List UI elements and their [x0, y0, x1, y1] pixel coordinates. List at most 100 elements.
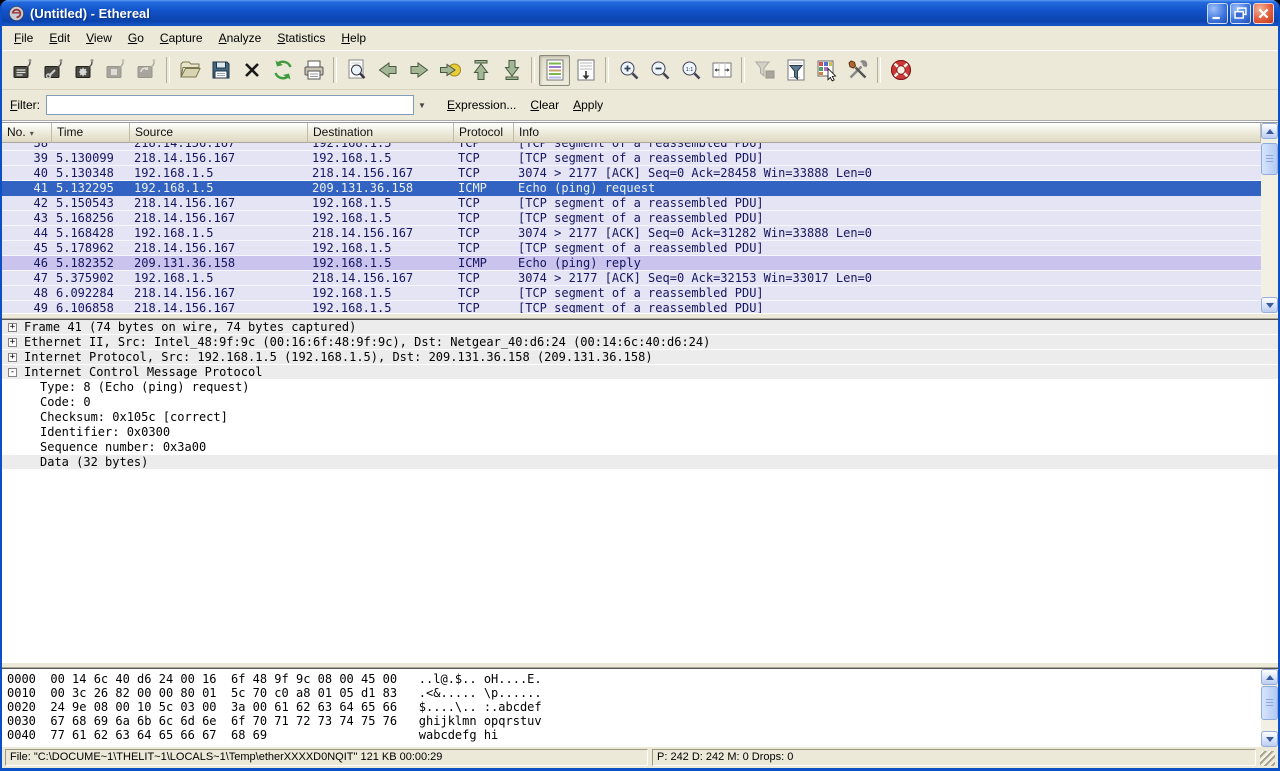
detail-row[interactable]: Type: 8 (Echo (ping) request): [2, 380, 1278, 395]
detail-row[interactable]: Data (32 bytes): [2, 455, 1278, 470]
menu-item-edit[interactable]: Edit: [41, 28, 78, 48]
column-header-protocol[interactable]: Protocol: [454, 123, 514, 143]
hex-row-0020[interactable]: 0020 24 9e 08 00 10 5c 03 00 3a 00 61 62…: [7, 700, 1261, 714]
scroll-up-button[interactable]: [1261, 669, 1278, 685]
open-file-button[interactable]: [174, 55, 205, 86]
column-header-time[interactable]: Time: [52, 123, 130, 143]
find-packet-icon: [345, 58, 369, 82]
menu-item-capture[interactable]: Capture: [152, 28, 211, 48]
packet-row-48[interactable]: 486.092284218.14.156.167192.168.1.5TCP[T…: [2, 286, 1261, 301]
scroll-down-button[interactable]: [1261, 297, 1278, 313]
packet-cell: 39: [2, 151, 52, 165]
colorize-button[interactable]: [539, 55, 570, 86]
filter-input[interactable]: [46, 95, 414, 115]
print-button[interactable]: [298, 55, 329, 86]
detail-row[interactable]: -Internet Control Message Protocol: [2, 365, 1278, 380]
find-packet-button[interactable]: [341, 55, 372, 86]
preferences-button[interactable]: [842, 55, 873, 86]
go-forward-button[interactable]: [403, 55, 434, 86]
hex-row-0030[interactable]: 0030 67 68 69 6a 6b 6c 6d 6e 6f 70 71 72…: [7, 714, 1261, 728]
column-header-destination[interactable]: Destination: [308, 123, 454, 143]
packet-cell: 192.168.1.5: [308, 196, 454, 210]
close-file-button[interactable]: [236, 55, 267, 86]
minimize-button[interactable]: [1207, 3, 1228, 24]
clear-button[interactable]: Clear: [523, 95, 566, 115]
detail-row[interactable]: +Ethernet II, Src: Intel_48:9f:9c (00:16…: [2, 335, 1278, 350]
hex-row-0000[interactable]: 0000 00 14 6c 40 d6 24 00 16 6f 48 9f 9c…: [7, 672, 1261, 686]
scroll-down-button[interactable]: [1261, 731, 1278, 747]
packet-cell: [TCP segment of a reassembled PDU]: [514, 286, 1261, 300]
expand-icon[interactable]: +: [8, 323, 17, 332]
column-header-info[interactable]: Info: [514, 123, 1261, 143]
hex-pane-scrollbar[interactable]: [1261, 669, 1278, 747]
detail-row[interactable]: +Frame 41 (74 bytes on wire, 74 bytes ca…: [2, 320, 1278, 335]
detail-row[interactable]: Checksum: 0x105c [correct]: [2, 410, 1278, 425]
display-filter-button[interactable]: [780, 55, 811, 86]
auto-scroll-icon: [574, 58, 598, 82]
help-button[interactable]: [885, 55, 916, 86]
coloring-rules-button[interactable]: [811, 55, 842, 86]
capture-options-button[interactable]: [38, 55, 69, 86]
zoom-in-button[interactable]: [613, 55, 644, 86]
filter-dropdown-button[interactable]: ▼: [414, 95, 430, 115]
packet-cell: 218.14.156.167: [308, 226, 454, 240]
packet-row-45[interactable]: 455.178962218.14.156.167192.168.1.5TCP[T…: [2, 241, 1261, 256]
menu-item-view[interactable]: View: [78, 28, 120, 48]
capture-filter-icon: [753, 58, 777, 82]
go-to-top-button[interactable]: [465, 55, 496, 86]
detail-row[interactable]: Code: 0: [2, 395, 1278, 410]
resize-columns-icon: [710, 58, 734, 82]
detail-text: Code: 0: [40, 395, 91, 410]
menu-item-help[interactable]: Help: [333, 28, 374, 48]
scrollbar-thumb[interactable]: [1261, 143, 1278, 175]
packet-row-42[interactable]: 425.150543218.14.156.167192.168.1.5TCP[T…: [2, 196, 1261, 211]
up-arrow-icon: [1266, 129, 1274, 134]
expand-icon[interactable]: +: [8, 353, 17, 362]
packet-row-38[interactable]: 38218.14.156.167192.168.1.5TCP[TCP segme…: [2, 143, 1261, 151]
packet-row-44[interactable]: 445.168428192.168.1.5218.14.156.167TCP30…: [2, 226, 1261, 241]
packet-row-47[interactable]: 475.375902192.168.1.5218.14.156.167TCP30…: [2, 271, 1261, 286]
toolbar-separator: [741, 57, 745, 83]
column-header-source[interactable]: Source: [130, 123, 308, 143]
packet-row-49[interactable]: 496.106858218.14.156.167192.168.1.5TCP[T…: [2, 301, 1261, 313]
resize-columns-button[interactable]: [706, 55, 737, 86]
packet-list-scrollbar[interactable]: [1261, 123, 1278, 313]
restore-button[interactable]: [1230, 3, 1251, 24]
expression-button[interactable]: Expression...: [440, 95, 523, 115]
menu-item-statistics[interactable]: Statistics: [269, 28, 333, 48]
packet-row-40[interactable]: 405.130348192.168.1.5218.14.156.167TCP30…: [2, 166, 1261, 181]
scroll-up-button[interactable]: [1261, 123, 1278, 139]
menu-item-file[interactable]: File: [6, 28, 41, 48]
menu-item-analyze[interactable]: Analyze: [211, 28, 270, 48]
detail-row[interactable]: +Internet Protocol, Src: 192.168.1.5 (19…: [2, 350, 1278, 365]
detail-text: Identifier: 0x0300: [40, 425, 170, 440]
expand-icon[interactable]: +: [8, 338, 17, 347]
packet-cell: 5.182352: [52, 256, 130, 270]
zoom-out-button[interactable]: [644, 55, 675, 86]
reload-button[interactable]: [267, 55, 298, 86]
detail-row[interactable]: Sequence number: 0x3a00: [2, 440, 1278, 455]
menu-item-go[interactable]: Go: [120, 28, 152, 48]
capture-interfaces-button[interactable]: [7, 55, 38, 86]
save-file-button[interactable]: [205, 55, 236, 86]
collapse-icon[interactable]: -: [8, 368, 17, 377]
go-to-packet-button[interactable]: [434, 55, 465, 86]
auto-scroll-button[interactable]: [570, 55, 601, 86]
zoom-100-button[interactable]: 1:1: [675, 55, 706, 86]
hex-row-0010[interactable]: 0010 00 3c 26 82 00 00 80 01 5c 70 c0 a8…: [7, 686, 1261, 700]
packet-row-39[interactable]: 395.130099218.14.156.167192.168.1.5TCP[T…: [2, 151, 1261, 166]
capture-start-button[interactable]: [69, 55, 100, 86]
go-to-bottom-button[interactable]: [496, 55, 527, 86]
resize-grip-icon[interactable]: [1260, 751, 1275, 766]
scrollbar-thumb[interactable]: [1261, 686, 1278, 720]
close-button[interactable]: [1253, 3, 1274, 24]
packet-cell: [TCP segment of a reassembled PDU]: [514, 151, 1261, 165]
column-header-no[interactable]: No.▾: [2, 123, 52, 143]
packet-row-43[interactable]: 435.168256218.14.156.167192.168.1.5TCP[T…: [2, 211, 1261, 226]
detail-row[interactable]: Identifier: 0x0300: [2, 425, 1278, 440]
hex-row-0040[interactable]: 0040 77 61 62 63 64 65 66 67 68 69 wabcd…: [7, 728, 1261, 742]
go-back-button[interactable]: [372, 55, 403, 86]
packet-row-46[interactable]: 465.182352209.131.36.158192.168.1.5ICMPE…: [2, 256, 1261, 271]
apply-button[interactable]: Apply: [566, 95, 610, 115]
packet-row-41[interactable]: 415.132295192.168.1.5209.131.36.158ICMPE…: [2, 181, 1261, 196]
